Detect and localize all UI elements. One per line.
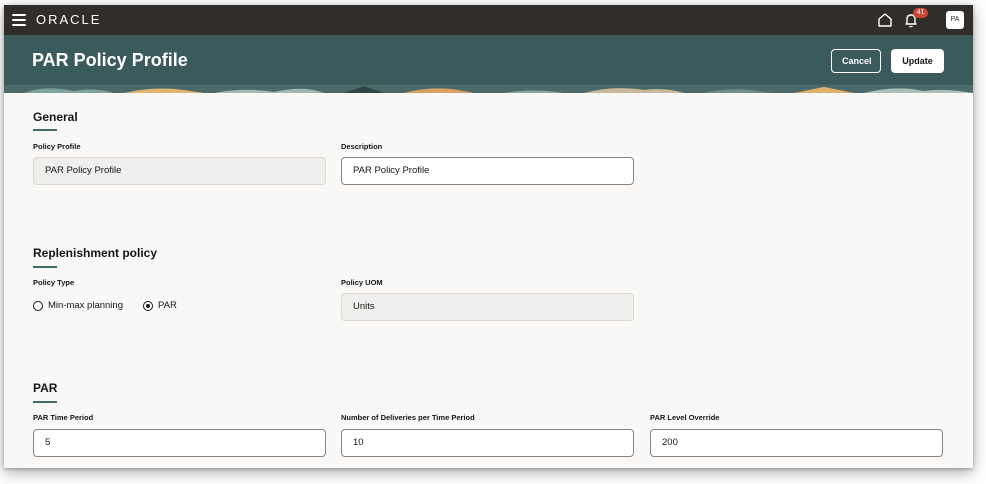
policy-uom-label: Policy UOM — [341, 278, 383, 287]
description-label: Description — [341, 142, 383, 151]
home-icon[interactable] — [876, 11, 894, 29]
par-level-override-label: PAR Level Override — [650, 413, 720, 422]
section-title-par: PAR — [33, 381, 58, 395]
avatar[interactable]: PA — [946, 11, 964, 29]
update-button[interactable]: Update — [891, 49, 944, 73]
oracle-logo: ORACLE — [36, 12, 102, 27]
menu-icon[interactable] — [12, 14, 26, 26]
banner-decoration — [4, 85, 973, 93]
section-underline — [33, 129, 57, 131]
global-header: ORACLE 41 PA — [4, 5, 973, 35]
section-title-replenishment: Replenishment policy — [33, 246, 158, 260]
par-time-period-field[interactable]: 5 — [33, 429, 326, 457]
radio-min-max-planning[interactable]: Min-max planning — [33, 300, 123, 311]
radio-label: Min-max planning — [48, 300, 123, 311]
notification-badge: 41 — [913, 8, 928, 18]
radio-par[interactable]: PAR — [142, 300, 177, 311]
policy-type-label: Policy Type — [33, 278, 75, 287]
policy-profile-label: Policy Profile — [33, 142, 81, 151]
policy-type-radio-group: Min-max planning PAR — [33, 300, 197, 311]
radio-label: PAR — [157, 300, 177, 311]
policy-uom-field: Units — [341, 293, 634, 321]
page-title: PAR Policy Profile — [32, 50, 188, 70]
section-title-general: General — [33, 110, 78, 124]
deliveries-per-period-field[interactable]: 10 — [341, 429, 634, 457]
section-underline — [33, 401, 57, 403]
deliveries-per-period-label: Number of Deliveries per Time Period — [341, 413, 475, 422]
cancel-button[interactable]: Cancel — [831, 49, 881, 73]
section-underline — [33, 266, 57, 268]
page-header-banner: PAR Policy Profile Cancel Update — [4, 35, 973, 93]
policy-profile-field: PAR Policy Profile — [33, 157, 326, 185]
description-field[interactable]: PAR Policy Profile — [341, 157, 634, 185]
par-time-period-label: PAR Time Period — [33, 413, 94, 422]
radio-unchecked-icon — [33, 300, 43, 311]
radio-checked-icon — [142, 300, 153, 311]
par-level-override-field[interactable]: 200 — [650, 429, 943, 457]
app-window: ORACLE 41 PA PAR Policy Profile Cancel U… — [4, 5, 973, 468]
